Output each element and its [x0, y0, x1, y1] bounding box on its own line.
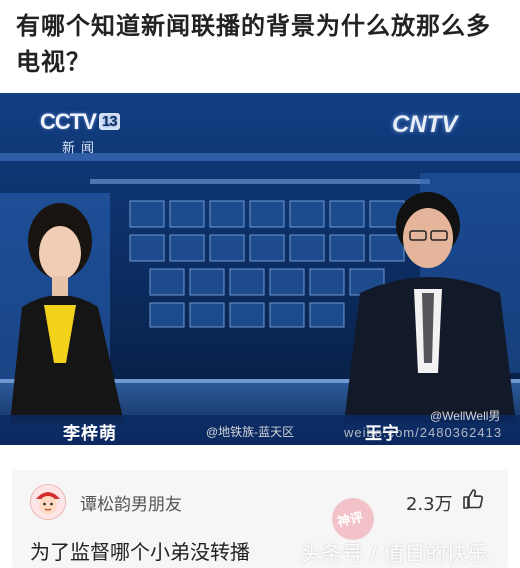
cntv-logo: CNTV	[392, 111, 458, 138]
channel-number: 13	[98, 113, 120, 130]
cctv-logo: CCTV 13	[40, 109, 120, 135]
photo-watermark-right-top: @WellWell男	[430, 409, 501, 423]
thumbs-up-icon[interactable]	[462, 487, 486, 511]
comment-username[interactable]: 谭松韵男朋友	[80, 490, 182, 515]
avatar[interactable]	[30, 484, 66, 520]
news-studio-photo[interactable]: CCTV 13 新闻 CNTV 李梓萌 @地铁族-蓝天区 王宁 @WellWell…	[0, 93, 520, 445]
like-count: 2.3万	[406, 494, 453, 515]
comment-text: 为了监督哪个小弟没转播	[30, 540, 250, 564]
page-watermark: 头条号 / 值日的快乐	[300, 542, 489, 566]
cctv-logo-subtitle: 新闻	[62, 140, 101, 155]
cctv-logo-text: CCTV	[40, 109, 97, 134]
photo-watermark-left: @地铁族-蓝天区	[206, 425, 295, 439]
post-title: 有哪个知道新闻联播的背景为什么放那么多电视？	[16, 12, 491, 76]
left-anchor-name: 李梓萌	[63, 424, 117, 443]
photo-watermark-right-bottom: weibo.com/2480362413	[344, 425, 503, 440]
cartoon-avatar-icon	[31, 485, 65, 519]
